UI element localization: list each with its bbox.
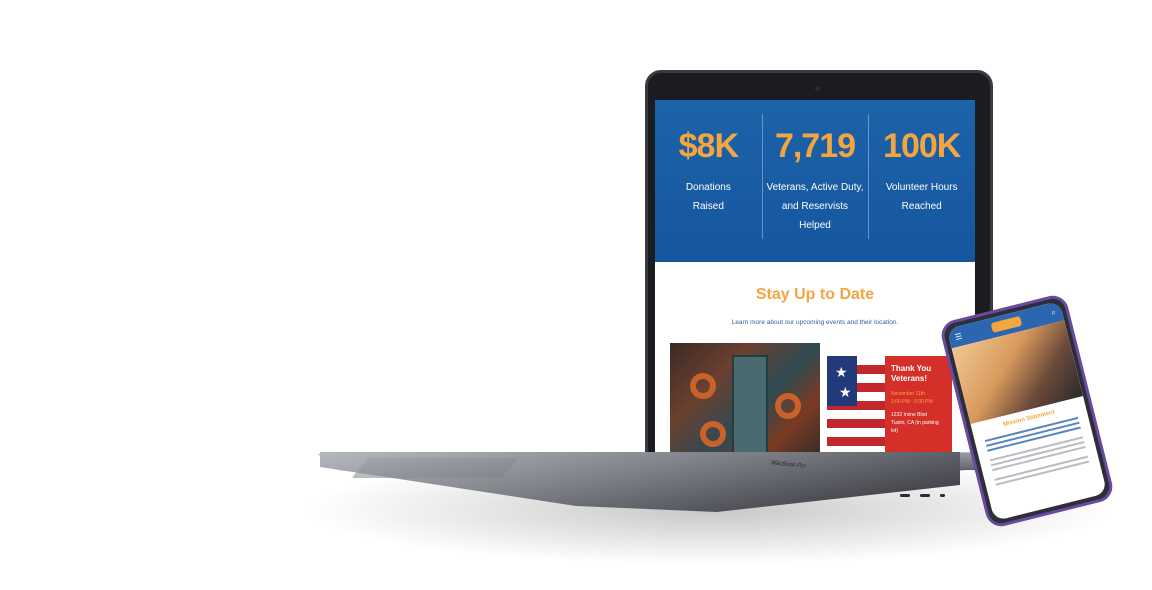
menu-icon[interactable]: ☰: [954, 331, 963, 341]
stat-label: Volunteer Hours Reached: [872, 178, 972, 216]
laptop-trackpad: [351, 458, 519, 478]
laptop-screen: $8K Donations Raised 7,719 Veterans, Act…: [655, 100, 975, 465]
stat-veterans-helped: 7,719 Veterans, Active Duty, and Reservi…: [761, 100, 869, 262]
stats-band: $8K Donations Raised 7,719 Veterans, Act…: [655, 100, 975, 262]
audio-port: [940, 494, 945, 497]
stat-label-line: and Reservists Helped: [781, 201, 849, 231]
usb-port: [900, 494, 910, 497]
event-date-text: November 11th: [891, 391, 925, 397]
event-date: November 11th 2:00 PM - 6:00 PM: [891, 390, 946, 406]
event-address-line: Tustin, CA (in parking lot): [891, 420, 939, 434]
event-title-line: Thank You: [891, 364, 932, 373]
section-subtitle: Learn more about our upcoming events and…: [731, 319, 899, 326]
flag-image: ★ ★: [827, 356, 885, 465]
stat-label-line: Raised: [692, 201, 724, 212]
stat-value: 100K: [883, 127, 961, 165]
laptop-camera: [815, 86, 820, 91]
stat-label: Donations Raised: [658, 178, 758, 216]
wreath-decoration: [690, 373, 716, 399]
stat-label-line: Reached: [901, 201, 942, 212]
usb-port: [920, 494, 930, 497]
search-icon[interactable]: ⌕: [1050, 307, 1057, 318]
star-icon: ★: [835, 364, 848, 380]
stat-value: $8K: [678, 127, 739, 165]
stat-label-line: Veterans, Active Duty,: [766, 182, 864, 193]
stat-value: 7,719: [774, 127, 856, 165]
stat-donations: $8K Donations Raised: [655, 100, 762, 262]
event-details: Thank You Veterans! November 11th 2:00 P…: [885, 356, 952, 465]
event-time-text: 2:00 PM - 6:00 PM: [891, 399, 933, 405]
stat-label-line: Volunteer Hours: [885, 182, 958, 193]
event-photo[interactable]: [670, 343, 820, 465]
phone-logo[interactable]: [991, 315, 1023, 333]
stat-label-line: Donations: [685, 182, 731, 193]
event-title: Thank You Veterans!: [891, 364, 946, 384]
wreath-decoration: [775, 393, 801, 419]
section-title: Stay Up to Date: [755, 286, 875, 303]
wreath-decoration: [700, 421, 726, 447]
event-address: 1232 Irvine Blvd Tustin, CA (in parking …: [891, 411, 946, 435]
event-address-line: 1232 Irvine Blvd: [891, 412, 927, 418]
photo-door: [732, 355, 768, 465]
mission-text-block: [973, 408, 1100, 495]
event-card[interactable]: ★ ★ Thank You Veterans! November 11th 2:…: [827, 356, 952, 465]
stat-volunteer-hours: 100K Volunteer Hours Reached: [868, 100, 975, 262]
star-icon: ★: [839, 384, 852, 400]
event-title-line: Veterans!: [891, 374, 928, 383]
stat-label: Veterans, Active Duty, and Reservists He…: [765, 178, 865, 235]
